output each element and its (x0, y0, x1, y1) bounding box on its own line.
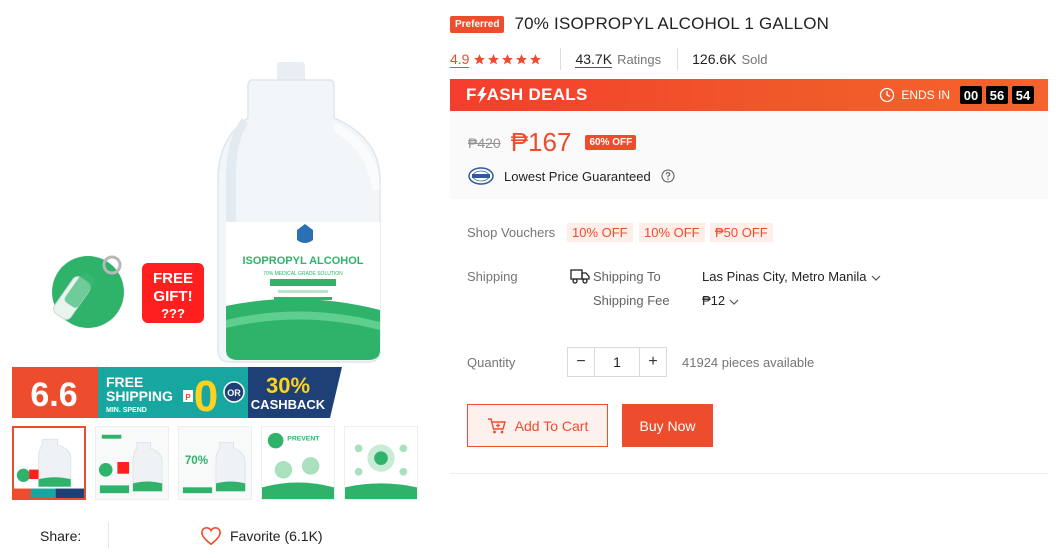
star-icon (488, 53, 500, 64)
preferred-badge: Preferred (450, 15, 505, 33)
share-row: Share: (40, 522, 81, 550)
quantity-decrease-button[interactable]: − (567, 347, 595, 377)
quantity-increase-button[interactable]: + (639, 347, 667, 377)
voucher-1[interactable]: 10% OFF (567, 223, 633, 242)
price-box: ₱420 ₱167 60% OFF Lowest Price Guarantee… (450, 111, 1048, 199)
buy-now-button[interactable]: Buy Now (622, 404, 713, 447)
shipping-destination-value: Las Pinas City, Metro Manila (702, 269, 867, 284)
flash-deals-title: F ASH DEALS (466, 85, 588, 105)
shipping-destination[interactable]: Las Pinas City, Metro Manila (702, 269, 881, 284)
gift-text-3: ??? (161, 306, 185, 321)
help-icon[interactable] (661, 169, 675, 183)
thumbnail-2[interactable] (95, 426, 169, 500)
shipping-fee-value: ₱12 (702, 293, 726, 308)
voucher-2[interactable]: 10% OFF (639, 223, 705, 242)
divider (677, 48, 679, 70)
quantity-input[interactable]: 1 (595, 347, 639, 377)
shipping-label: Shipping (467, 269, 518, 284)
thumb4-text: PREVENT (287, 436, 320, 443)
countdown-minutes: 56 (986, 86, 1008, 104)
cart-icon (487, 417, 506, 433)
flash-deals-bar: F ASH DEALS ENDS IN 00 56 54 (450, 79, 1048, 111)
banner-zero: 0 (194, 372, 218, 418)
heart-icon (201, 526, 221, 546)
shipping-fee-label: Shipping Fee (593, 293, 670, 308)
banner-p: P (185, 393, 191, 402)
voucher-3[interactable]: ₱50 OFF (710, 223, 773, 242)
star-icon (516, 53, 528, 64)
flash-title-f: F (466, 85, 477, 104)
guarantee-text: Lowest Price Guaranteed (504, 168, 651, 184)
gift-text-1: FREE (153, 270, 193, 287)
banner-min-spend: MIN. SPEND (106, 407, 147, 414)
sold-count: 126.6K (692, 51, 737, 67)
price-row: ₱420 ₱167 60% OFF (468, 127, 637, 158)
product-title: 70% ISOPROPYL ALCOHOL 1 GALLON (514, 14, 830, 33)
flash-title-rest: ASH DEALS (486, 85, 588, 104)
section-divider (450, 473, 1048, 474)
guarantee-seal-icon (468, 167, 494, 185)
quantity-label: Quantity (467, 355, 516, 370)
shipping-fee[interactable]: ₱12 (702, 293, 739, 308)
banner-66: 6.6 (30, 376, 77, 414)
rating-stars (473, 53, 542, 66)
chevron-down-icon (729, 299, 739, 305)
favorite-button[interactable]: Favorite (6.1K) (200, 522, 323, 550)
shop-vouchers-label: Shop Vouchers (467, 225, 556, 240)
banner-pct: 30% (266, 373, 310, 398)
star-icon (502, 53, 514, 64)
ratings-count[interactable]: 43.7K (575, 51, 613, 68)
star-icon (474, 53, 486, 64)
countdown: ENDS IN 00 56 54 (879, 86, 1034, 104)
add-to-cart-button[interactable]: Add To Cart (467, 404, 608, 447)
buy-now-label: Buy Now (639, 417, 696, 434)
title-row: Preferred 70% ISOPROPYL ALCOHOL 1 GALLON (450, 14, 829, 34)
ratings-label: Ratings (617, 51, 662, 67)
promo-banner: 6.6 FREE SHIPPING MIN. SPEND P 0 OR 30% … (12, 367, 342, 418)
pieces-available: 41924 pieces available (682, 355, 815, 370)
chevron-down-icon (871, 275, 880, 281)
bottle-label-text: ISOPROPYL ALCOHOL (242, 255, 363, 267)
rating-value[interactable]: 4.9 (450, 51, 470, 68)
share-divider (108, 522, 109, 548)
discount-badge: 60% OFF (585, 135, 637, 150)
countdown-seconds: 54 (1012, 86, 1034, 104)
thumbnail-1[interactable] (12, 426, 86, 500)
gift-text-2: GIFT! (153, 288, 192, 305)
add-to-cart-label: Add To Cart (514, 417, 589, 434)
bottle-label-sub: 70% MEDICAL GRADE SOLUTION (263, 271, 343, 277)
thumbnail-strip: 70% PREVENT (12, 426, 420, 500)
banner-or: OR (227, 388, 241, 398)
main-product-image[interactable]: ISOPROPYL ALCOHOL 70% MEDICAL GRADE SOLU… (12, 10, 420, 418)
thumb3-text: 70% (185, 454, 209, 467)
free-gift-illustration: FREE GIFT! ??? (52, 255, 204, 328)
truck-icon (570, 269, 590, 284)
countdown-hours: 00 (960, 86, 982, 104)
rating-row: 4.9 43.7K Ratings 126.6K Sold (450, 46, 784, 72)
banner-cashback: CASHBACK (251, 397, 326, 412)
banner-shipping: SHIPPING (106, 388, 173, 404)
thumbnail-5[interactable] (344, 426, 418, 500)
clock-icon (880, 87, 895, 103)
quantity-stepper: − 1 + (567, 347, 667, 377)
sold-label: Sold (741, 51, 768, 67)
lowest-price-guarantee: Lowest Price Guaranteed (468, 167, 675, 185)
thumbnail-4[interactable]: PREVENT (261, 426, 335, 500)
lightning-icon (476, 87, 487, 103)
sale-price: ₱167 (510, 127, 572, 157)
bottle-illustration: ISOPROPYL ALCOHOL 70% MEDICAL GRADE SOLU… (217, 62, 381, 363)
thumbnail-3[interactable]: 70% (178, 426, 252, 500)
ends-in-label: ENDS IN (901, 88, 950, 102)
favorite-label: Favorite (6.1K) (230, 528, 323, 544)
divider (560, 48, 562, 70)
shipping-to-label: Shipping To (593, 269, 661, 284)
original-price: ₱420 (468, 134, 501, 151)
star-icon (530, 53, 542, 64)
share-label: Share: (40, 528, 82, 544)
